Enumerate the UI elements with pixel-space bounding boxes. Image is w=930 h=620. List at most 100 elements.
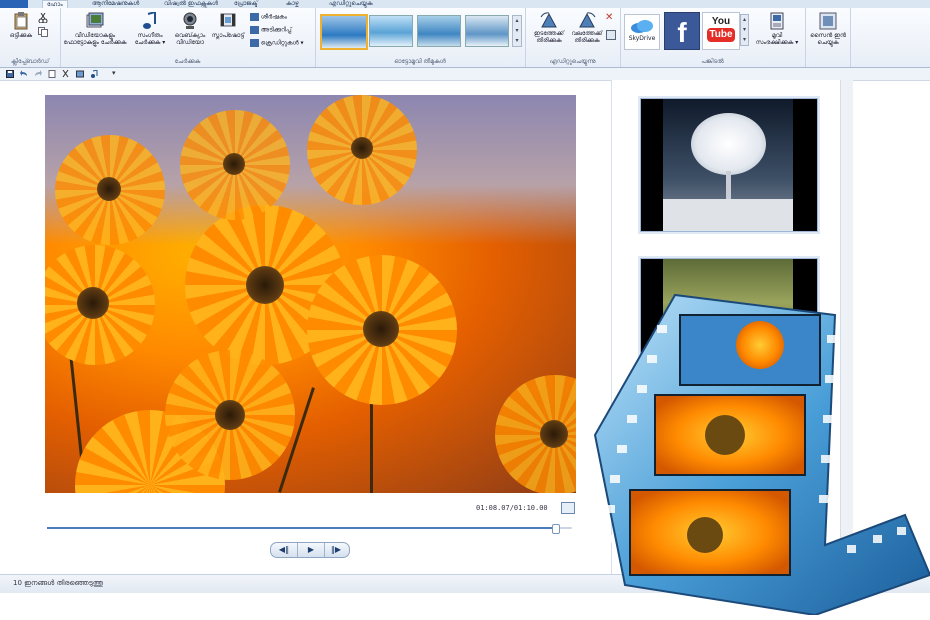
flower-center <box>540 420 568 448</box>
previous-frame-icon: ◀‖ <box>278 545 290 554</box>
add-videos-photos-label: വീഡിയോകളും ഫോട്ടോകളും ചേർക്കുക <box>63 32 127 46</box>
caption-button[interactable]: അടിക്കുറിപ്പ് <box>250 26 292 34</box>
tab-project[interactable]: പ്രോജക്ട് <box>230 0 262 8</box>
theme-default[interactable] <box>320 14 368 50</box>
signin-group: സൈൻ ഇൻ ചെയ്യുക <box>805 8 851 67</box>
playback-controls: ◀‖ ▶ ‖▶ <box>270 542 350 558</box>
tab-visual-effects[interactable]: വിഷ്വൽ ഇഫക്റ്റുകൾ <box>160 0 222 8</box>
tab-edit[interactable]: എഡിറ്റുചെയ്യുക <box>325 0 377 8</box>
add-group: വീഡിയോകളും ഫോട്ടോകളും ചേർക്കുക സംഗീതം ചേ… <box>60 8 316 67</box>
rotate-right-button[interactable]: വലത്തേക്ക് തിരിക്കുക <box>569 12 605 44</box>
save-movie-label: മൂവി സംരക്ഷിക്കുക ▾ <box>755 32 799 46</box>
play-icon: ▶ <box>307 545 315 554</box>
snapshot-button[interactable]: സ്നാപ്ഷോട്ട് <box>208 12 248 39</box>
credits-icon <box>250 39 259 47</box>
youtube-you-text: You <box>711 16 731 27</box>
save-icon[interactable] <box>6 70 14 78</box>
themes-scroll-button[interactable]: ▴ ▾ ▾ <box>512 15 522 47</box>
undo-icon[interactable] <box>20 70 28 78</box>
tab-file[interactable] <box>0 0 28 8</box>
seek-bar-thumb[interactable] <box>552 524 561 534</box>
flower-center <box>351 137 373 159</box>
add-music-label: സംഗീതം ചേർക്കുക ▾ <box>134 32 166 46</box>
share-group-label: പങ്കിടൽ <box>701 58 724 65</box>
remove-icon[interactable]: ✕ <box>605 13 613 23</box>
snapshot-icon <box>220 13 236 27</box>
paste-icon <box>14 12 28 30</box>
skydrive-button[interactable]: SkyDrive <box>624 14 660 50</box>
rotate-right-icon <box>579 12 596 28</box>
webcam-video-button[interactable]: വെബ്‌ക്യാം വീഡിയോ <box>172 12 208 46</box>
facebook-icon[interactable]: f <box>664 12 700 50</box>
next-frame-button[interactable]: ‖▶ <box>323 543 349 557</box>
storyboard-clip-1[interactable] <box>640 98 818 232</box>
editing-group: ഇടത്തേക്ക് തിരിക്കുക വലത്തേക്ക് തിരിക്കു… <box>525 8 621 67</box>
share-scroll-button[interactable]: ▴ ▾ ▾ <box>740 14 749 46</box>
select-all-icon[interactable] <box>606 30 616 40</box>
flower-center <box>77 287 109 319</box>
previous-frame-button[interactable]: ◀‖ <box>271 543 297 557</box>
selection-status: 10 ഇനങ്ങൾ തിരഞ്ഞെടുത്തു <box>13 579 103 587</box>
playback-time: 01:08.07/01:10.00 <box>476 504 548 512</box>
new-project-icon[interactable] <box>48 70 56 78</box>
flower-center <box>246 266 284 304</box>
share-group: SkyDrive f You Tube ▴ ▾ ▾ മൂവി സംരക്ഷിക്കു… <box>620 8 806 67</box>
rotate-left-icon <box>540 12 557 28</box>
rotate-left-label: ഇടത്തേക്ക് തിരിക്കുക <box>534 30 564 44</box>
theme-cinematic[interactable] <box>417 15 461 47</box>
tree-canopy <box>691 113 766 175</box>
theme-contemporary[interactable] <box>369 15 413 47</box>
credits-label: ക്രെഡിറ്റുകൾ ▾ <box>260 39 304 47</box>
rotate-left-button[interactable]: ഇടത്തേക്ക് തിരിക്കുക <box>531 12 567 44</box>
movie-maker-logo <box>593 293 930 615</box>
ribbon: ഒട്ടിക്കുക ക്ലിപ്പ്ബോർഡ് വീഡിയോകളും ഫോട്… <box>0 8 930 68</box>
seek-bar-progress <box>47 527 557 529</box>
cut-small-icon[interactable] <box>62 70 70 78</box>
customize-qat-icon[interactable]: ▾ <box>112 69 116 77</box>
seek-bar[interactable] <box>47 524 572 534</box>
youtube-button[interactable]: You Tube <box>702 12 740 50</box>
copy-icon[interactable] <box>38 27 48 37</box>
editing-group-label: എഡിറ്റുചെയ്യുന്നു <box>549 58 596 65</box>
cut-icon[interactable] <box>38 13 48 23</box>
skydrive-cloud-icon <box>631 20 653 33</box>
video-preview[interactable] <box>45 95 576 493</box>
flower-center <box>97 177 121 201</box>
webcam-icon <box>183 12 197 29</box>
next-frame-icon: ‖▶ <box>330 545 342 554</box>
tab-view[interactable]: കാഴ്ച <box>282 0 303 8</box>
theme-fade[interactable] <box>465 15 509 47</box>
clip-thumbnail <box>663 99 793 231</box>
webcam-video-label: വെബ്‌ക്യാം വീഡിയോ <box>174 32 206 46</box>
add-group-label: ചേർക്കുക <box>174 58 201 65</box>
caption-icon <box>250 26 259 34</box>
clipboard-group-label: ക്ലിപ്പ്ബോർഡ് <box>10 58 50 65</box>
sign-in-label: സൈൻ ഇൻ ചെയ്യുക <box>810 32 846 46</box>
music-note-icon <box>143 12 156 29</box>
youtube-icon: Tube <box>707 28 735 42</box>
tab-animations[interactable]: ആനിമേഷനുകൾ <box>88 0 143 8</box>
credits-button[interactable]: ക്രെഡിറ്റുകൾ ▾ <box>250 39 304 47</box>
caption-label: അടിക്കുറിപ്പ് <box>260 26 292 34</box>
rotate-right-label: വലത്തേക്ക് തിരിക്കുക <box>571 30 603 44</box>
add-video-small-icon[interactable] <box>76 70 84 78</box>
paste-button[interactable]: ഒട്ടിക്കുക <box>6 12 36 39</box>
automovie-themes-group-label: ഓട്ടോമൂവി തീമുകൾ <box>394 58 446 65</box>
sign-in-button[interactable]: സൈൻ ഇൻ ചെയ്യുക <box>809 12 847 46</box>
title-button[interactable]: ശീർഷകം <box>250 13 287 21</box>
flower-center <box>215 400 245 430</box>
play-button[interactable]: ▶ <box>297 543 325 557</box>
add-music-button[interactable]: സംഗീതം ചേർക്കുക ▾ <box>130 12 170 46</box>
add-videos-photos-button[interactable]: വീഡിയോകളും ഫോട്ടോകളും ചേർക്കുക <box>62 12 128 46</box>
save-movie-icon <box>770 12 784 30</box>
sign-in-icon <box>819 12 837 30</box>
add-music-small-icon[interactable] <box>90 70 98 78</box>
snapshot-label: സ്നാപ്ഷോട്ട് <box>211 32 245 39</box>
redo-icon[interactable] <box>34 70 42 78</box>
fullscreen-preview-button[interactable] <box>561 502 575 514</box>
title-label: ശീർഷകം <box>260 13 288 21</box>
save-movie-button[interactable]: മൂവി സംരക്ഷിക്കുക ▾ <box>754 12 800 46</box>
paste-label: ഒട്ടിക്കുക <box>9 32 33 39</box>
clipboard-group: ഒട്ടിക്കുക ക്ലിപ്പ്ബോർഡ് <box>0 8 61 67</box>
flower-center <box>223 153 245 175</box>
